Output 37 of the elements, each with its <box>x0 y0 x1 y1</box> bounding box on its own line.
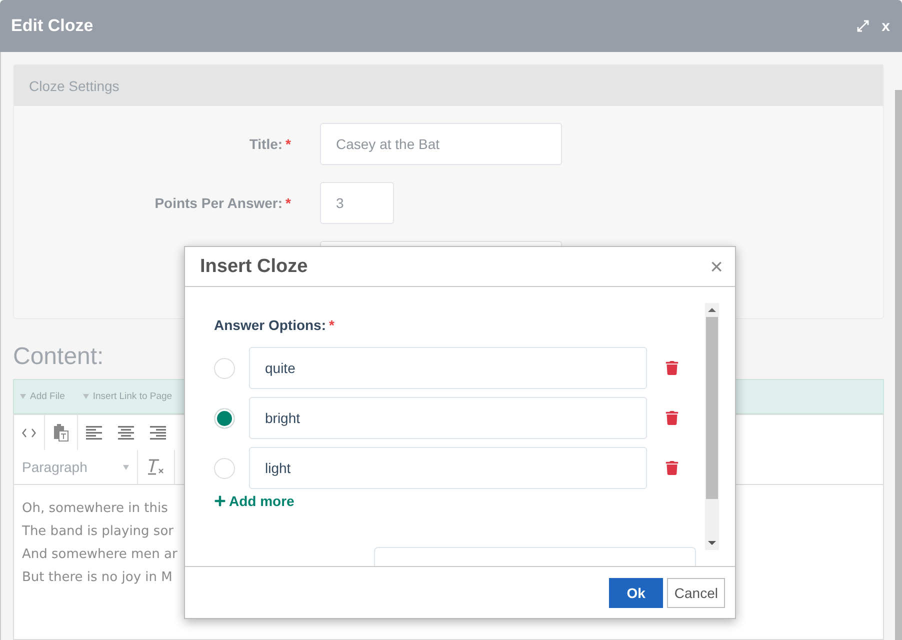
plus-icon <box>214 495 226 507</box>
text-line: And somewhere men ar <box>22 546 178 564</box>
text-line: But there is no joy in M <box>22 569 172 587</box>
scrollbar[interactable] <box>705 303 719 550</box>
dialog-title: Insert Cloze <box>200 256 308 278</box>
ok-button[interactable]: Ok <box>608 578 664 608</box>
add-more-button[interactable]: Add more <box>214 493 294 509</box>
text-line: Oh, somewhere in this <box>22 500 168 518</box>
input-field[interactable]: quite <box>249 347 647 389</box>
close-button[interactable]: x <box>882 18 890 34</box>
input-field[interactable]: Casey at the Bat <box>320 123 562 165</box>
radio-button[interactable] <box>214 358 235 378</box>
radio-button[interactable] <box>214 408 235 428</box>
align-left-icon <box>86 426 102 440</box>
content-heading: Content: <box>13 343 104 371</box>
panel-header: Cloze Settings <box>14 65 883 106</box>
field-label: Answer Options: * <box>214 317 336 333</box>
radio-button[interactable] <box>214 458 235 478</box>
text-line: The band is playing sor <box>22 523 174 541</box>
input-field[interactable]: light <box>249 447 647 489</box>
format-select[interactable]: Paragraph <box>14 450 138 484</box>
align-center-icon <box>118 426 134 440</box>
close-button[interactable]: × <box>710 256 723 278</box>
dropdown-link[interactable]: Insert Link to Page <box>82 391 172 402</box>
scrollbar[interactable] <box>895 90 902 640</box>
trash-icon[interactable] <box>665 461 679 475</box>
dropdown-link[interactable]: Add File <box>20 391 65 402</box>
expand-icon[interactable] <box>856 19 870 33</box>
field-label: Points Per Answer: * <box>154 195 291 211</box>
input-field[interactable]: bright <box>249 397 647 439</box>
cancel-button[interactable]: Cancel <box>667 578 725 608</box>
trash-icon[interactable] <box>665 411 679 425</box>
field-label: Title: * <box>249 136 291 152</box>
trash-icon[interactable] <box>665 361 679 375</box>
window-title: Edit Cloze <box>11 16 94 36</box>
align-right-icon <box>150 426 166 440</box>
input-field[interactable]: 3 <box>320 182 394 224</box>
